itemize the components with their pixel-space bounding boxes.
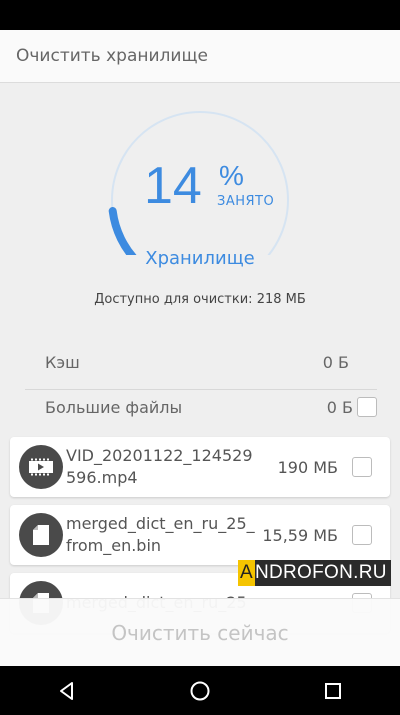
used-label: ЗАНЯТО <box>217 194 275 209</box>
clean-now-button[interactable]: Очистить сейчас <box>105 620 294 646</box>
watermark-text: NDROFON.RU <box>254 562 387 583</box>
home-icon[interactable] <box>170 671 230 711</box>
large-files-size: 0 Б <box>326 397 353 417</box>
file-name: VID_20201122_124529596.mp4 <box>66 446 253 487</box>
cache-size: 0 Б <box>322 353 349 372</box>
percent-value: 14 <box>144 157 202 215</box>
document-file-icon <box>19 513 63 557</box>
large-files-label: Большие файлы <box>45 397 183 417</box>
file-name: merged_dict_en_ru_25_from_en.bin <box>66 514 255 555</box>
file-size: 190 МБ <box>277 457 338 477</box>
percent-sign: % <box>219 160 244 191</box>
file-item[interactable]: VID_20201122_124529596.mp4 190 МБ <box>10 437 390 497</box>
bottom-action-bar: Очистить сейчас <box>0 598 400 667</box>
navigation-bar <box>0 666 400 715</box>
file-size: 15,59 МБ <box>262 525 338 545</box>
back-icon[interactable] <box>37 671 97 711</box>
large-files-row[interactable]: Большие файлы 0 Б <box>25 380 377 434</box>
available-to-clean: Доступно для очистки: 218 МБ <box>94 292 306 307</box>
large-files-checkbox[interactable] <box>357 397 377 417</box>
file-checkbox[interactable] <box>352 457 372 477</box>
page-title: Очистить хранилище <box>16 46 208 66</box>
cache-label: Кэш <box>45 353 80 372</box>
storage-label: Хранилище <box>145 248 255 269</box>
site-watermark: A NDROFON.RU <box>238 560 391 586</box>
app-header: Очистить хранилище <box>0 30 400 83</box>
watermark-initial: A <box>238 560 255 586</box>
recents-icon[interactable] <box>303 671 363 711</box>
video-file-icon <box>19 445 63 489</box>
file-checkbox[interactable] <box>352 525 372 545</box>
status-bar <box>0 0 400 30</box>
file-item[interactable]: merged_dict_en_ru_25_from_en.bin 15,59 М… <box>10 505 390 565</box>
